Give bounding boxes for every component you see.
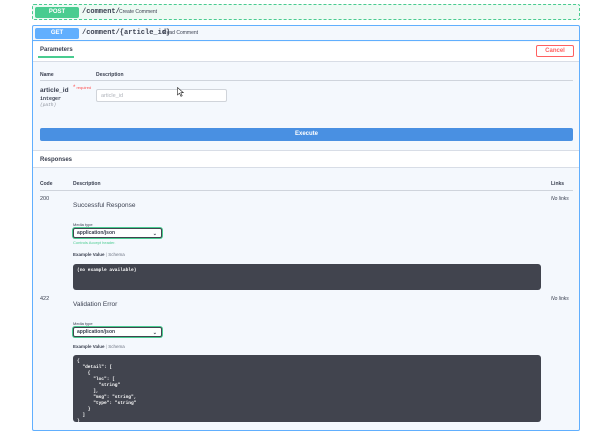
opblock-post-comment[interactable]: POST /comment/ Create Comment: [32, 4, 580, 20]
opblock-path: /comment/: [82, 8, 120, 16]
col-links-header: Links: [551, 181, 565, 187]
article-id-input[interactable]: [96, 89, 227, 102]
chevron-down-icon: ⌄: [152, 330, 157, 336]
col-description-header: Description: [96, 72, 124, 78]
tab-parameters[interactable]: Parameters: [40, 47, 73, 53]
example-tabs: Example Value | Schema: [73, 252, 125, 257]
media-type-value: application/json: [77, 329, 116, 335]
media-type-select[interactable]: application/json ⌄: [73, 327, 162, 337]
execute-button[interactable]: Execute: [40, 128, 573, 141]
mouse-cursor-icon: [177, 87, 184, 97]
responses-title: Responses: [40, 157, 73, 163]
param-type: integer: [40, 96, 62, 102]
media-type-label: Media type: [73, 321, 93, 326]
param-required: * required: [73, 85, 91, 91]
response-description: Successful Response: [73, 202, 136, 209]
tab-example-value[interactable]: Example Value: [73, 252, 105, 257]
opblock-summary-get[interactable]: GET /comment/{article_id} Read Comment: [33, 26, 579, 41]
chevron-down-icon: ⌄: [152, 231, 157, 237]
media-type-label: Media type: [73, 222, 93, 227]
opblock-path: /comment/{article_id}: [82, 29, 171, 37]
media-type-value: application/json: [77, 230, 116, 236]
col-description-header: Description: [73, 181, 101, 187]
opblock-summary: Create Comment: [119, 9, 158, 15]
method-badge-get: GET: [35, 28, 79, 39]
method-badge-post: POST: [35, 7, 79, 18]
divider: [40, 80, 573, 81]
response-description: Validation Error: [73, 301, 118, 308]
example-code-block: { "detail": [ { "loc": [ "string" ], "ms…: [73, 355, 541, 424]
controls-accept-note: Controls Accept header.: [73, 240, 116, 245]
response-code: 422: [40, 296, 50, 302]
divider: [40, 190, 573, 191]
example-code-block: (no example available): [73, 264, 541, 290]
response-code: 200: [40, 196, 50, 202]
tab-separator: |: [105, 252, 107, 257]
tab-example-value[interactable]: Example Value: [73, 344, 105, 349]
opblock-summary: Read Comment: [163, 30, 199, 36]
col-name-header: Name: [40, 72, 54, 78]
media-type-select[interactable]: application/json ⌄: [73, 228, 162, 238]
response-links: No links: [551, 196, 569, 202]
tab-underline: [38, 56, 74, 58]
param-name: article_id: [40, 87, 69, 94]
required-star: *: [73, 85, 76, 91]
cancel-button[interactable]: Cancel: [536, 45, 574, 57]
col-code-header: Code: [40, 181, 53, 187]
tab-schema[interactable]: Schema: [108, 344, 125, 349]
parameters-header: Parameters Cancel: [33, 42, 579, 62]
tab-separator: |: [105, 344, 107, 349]
required-label: required: [76, 85, 92, 90]
response-links: No links: [551, 296, 569, 302]
tab-schema[interactable]: Schema: [108, 252, 125, 257]
opblock-get-comment: GET /comment/{article_id} Read Comment P…: [32, 25, 580, 431]
example-tabs: Example Value | Schema: [73, 344, 125, 349]
responses-header: Responses: [33, 150, 579, 168]
param-location: (path): [40, 103, 57, 108]
